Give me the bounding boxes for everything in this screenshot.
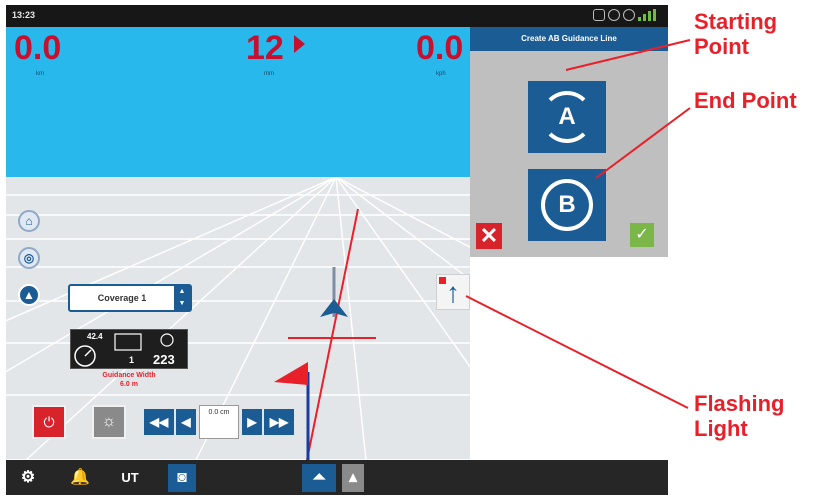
callout-line-flash — [465, 295, 689, 409]
callout-flashing-light-line1: Flashing — [694, 391, 785, 416]
callout-starting-point: Starting Point — [694, 9, 777, 60]
callout-end-point: End Point — [694, 88, 797, 113]
callout-flashing-light-line2: Light — [694, 416, 748, 442]
callout-flashing-light: Flashing Light — [694, 391, 784, 442]
callout-starting-point-line2: Point — [694, 34, 749, 60]
callout-starting-point-line1: Starting — [694, 9, 778, 34]
screenshot-canvas: 13:23 0.0 km 12 mm 0.0 kph Create AB Gui… — [0, 0, 818, 499]
callout-line-start — [565, 39, 691, 71]
callout-line-end — [595, 107, 691, 179]
